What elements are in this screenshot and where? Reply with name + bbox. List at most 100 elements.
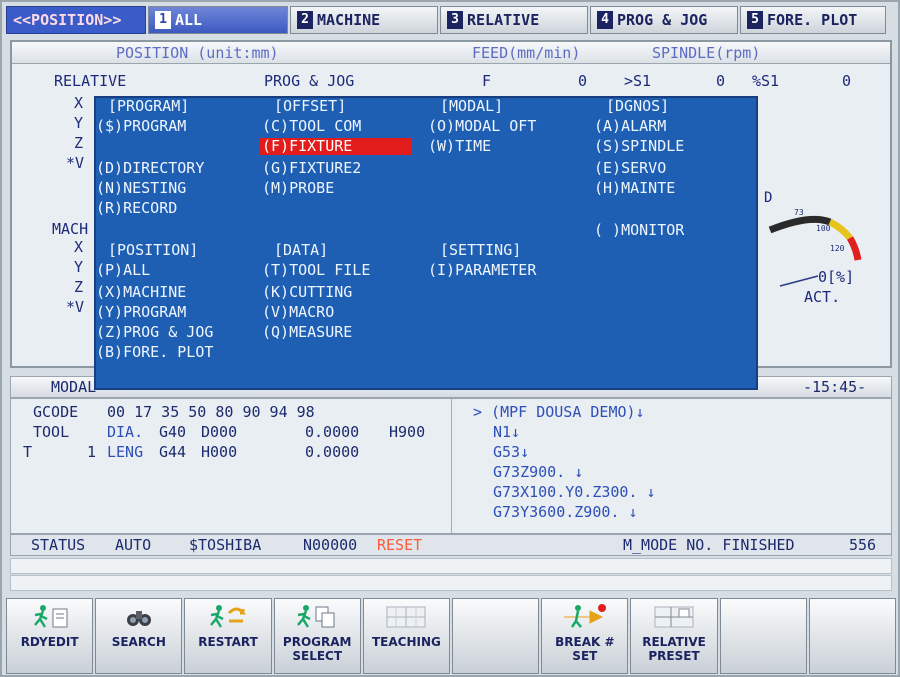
tab-label: MACHINE (317, 11, 381, 29)
menu-item-directory[interactable]: (D)DIRECTORY (96, 160, 204, 177)
tab-prog-jog[interactable]: 4 PROG & JOG (590, 6, 738, 34)
prog-jog-label: PROG & JOG (264, 72, 355, 90)
menu-item-modal-oft[interactable]: (O)MODAL OFT (428, 118, 536, 135)
program-line: G73Y3600.Z900. ↓ (493, 503, 638, 521)
runner-restart-icon (210, 605, 247, 628)
menu-item-parameter[interactable]: (I)PARAMETER (428, 262, 536, 279)
relative-preset-button[interactable]: RELATIVE PRESET (630, 598, 718, 674)
menu-item-spindle[interactable]: (S)SPINDLE (594, 138, 684, 155)
softkey-label: RESTART (198, 635, 258, 649)
search-button[interactable]: SEARCH (95, 598, 183, 674)
menu-item-macro[interactable]: (V)MACRO (262, 304, 334, 321)
position-header: POSITION (unit:mm) FEED(mm/min) SPINDLE(… (12, 42, 890, 64)
program-line: G73X100.Y0.Z300. ↓ (493, 483, 656, 501)
program-select-button[interactable]: PROGRAM SELECT (273, 598, 361, 674)
nc-screen: <<POSITION>> 1 ALL 2 MACHINE 3 RELATIVE 4 PR… (0, 0, 900, 677)
menu-item-tool-file[interactable]: (T)TOOL FILE (262, 262, 370, 279)
axis-x-relative: X (74, 94, 84, 112)
tab-number: 2 (297, 11, 313, 29)
softkey-bar: RDYEDIT SEARCH RESTART PROGRAM SELECT TE… (6, 598, 897, 674)
tab-number: 3 (447, 11, 463, 29)
softkey-empty[interactable] (452, 598, 540, 674)
menu-item-nesting[interactable]: (N)NESTING (96, 180, 186, 197)
tab-fore-plot[interactable]: 5 FORE. PLOT (740, 6, 886, 34)
program-line: G73Z900. ↓ (493, 463, 584, 481)
tab-relative[interactable]: 3 RELATIVE (440, 6, 588, 34)
tab-all[interactable]: 1 ALL (148, 6, 288, 34)
softkey-label: RDYEDIT (20, 635, 79, 649)
menu-item-position-program[interactable]: (Y)PROGRAM (96, 304, 186, 321)
s1-label: >S1 (624, 72, 652, 90)
softkey-empty[interactable] (719, 598, 807, 674)
machine-label: MACH (52, 220, 89, 238)
menu-item-monitor[interactable]: ( )MONITOR (594, 222, 684, 239)
relative-label: RELATIVE (54, 72, 127, 90)
tab-machine[interactable]: 2 MACHINE (290, 6, 438, 34)
tab-number: 1 (155, 11, 171, 29)
menu-item-record[interactable]: (R)RECORD (96, 200, 177, 217)
binoculars-icon (126, 611, 151, 626)
softkey-label: BREAK # SET (555, 635, 615, 663)
t-label: T (23, 443, 33, 461)
gcode-label: GCODE (33, 403, 79, 421)
menu-item-machine[interactable]: (X)MACHINE (96, 284, 186, 301)
menu-group-offset: [OFFSET] (274, 97, 347, 115)
message-line-1 (10, 558, 892, 574)
leng-value: 0.0000 (305, 443, 360, 461)
menu-item-time[interactable]: (W)TIME (428, 138, 491, 155)
position-unit-label: POSITION (unit:mm) (116, 44, 279, 62)
menu-item-fixture-selected[interactable]: (F)FIXTURE (260, 138, 412, 155)
function-menu-popup: [PROGRAM] ($)PROGRAM (D)DIRECTORY (N)NES… (94, 96, 758, 390)
program-line: N1↓ (493, 423, 521, 441)
status-mode: AUTO (115, 536, 152, 554)
menu-item-fixture2[interactable]: (G)FIXTURE2 (262, 160, 361, 177)
axis-z-relative: Z (74, 134, 84, 152)
tab-label: PROG & JOG (617, 11, 708, 29)
t-value: 1 (87, 443, 97, 461)
dia-value: 0.0000 (305, 423, 360, 441)
axis-y-machine: Y (74, 258, 84, 276)
spindle-label: SPINDLE(rpm) (652, 44, 761, 62)
gauge-tick-73: 73 (794, 208, 804, 217)
restart-button[interactable]: RESTART (184, 598, 272, 674)
tab-position[interactable]: <<POSITION>> (6, 6, 146, 34)
dia-label: DIA. (107, 423, 144, 441)
menu-item-mainte[interactable]: (H)MAINTE (594, 180, 675, 197)
s1-value: 0 (716, 72, 726, 90)
menu-item-cutting[interactable]: (K)CUTTING (262, 284, 352, 301)
tab-label: ALL (175, 11, 203, 29)
crosshair-icon (654, 606, 694, 628)
menu-item-servo[interactable]: (E)SERVO (594, 160, 666, 177)
softkey-label: RELATIVE PRESET (642, 635, 706, 663)
menu-group-data: [DATA] (274, 241, 329, 259)
menu-group-dgnos: [DGNOS] (606, 97, 670, 115)
rdyedit-button[interactable]: RDYEDIT (6, 598, 94, 674)
break-icon (563, 604, 606, 628)
feed-value: 0 (578, 72, 588, 90)
gauge-tick-120: 120 (830, 244, 845, 253)
menu-item-program[interactable]: ($)PROGRAM (96, 118, 186, 135)
softkey-label: PROGRAM SELECT (282, 635, 352, 663)
teaching-button[interactable]: TEACHING (362, 598, 451, 674)
menu-item-probe[interactable]: (M)PROBE (262, 180, 334, 197)
softkey-empty[interactable] (808, 598, 897, 674)
d-code: D000 (201, 423, 238, 441)
tab-number: 4 (597, 11, 613, 29)
menu-item-alarm[interactable]: (A)ALARM (594, 118, 666, 135)
program-line: > (MPF DOUSA DEMO)↓ (473, 403, 645, 421)
menu-item-all[interactable]: (P)ALL (96, 262, 150, 279)
softkey-label: TEACHING (371, 635, 441, 649)
pct-s1-value: 0 (842, 72, 852, 90)
tab-label: <<POSITION>> (13, 11, 122, 29)
menu-item-tool-com[interactable]: (C)TOOL COM (262, 118, 361, 135)
clock: -15:45- (803, 378, 867, 396)
gauge-title-partial: D (764, 190, 773, 206)
g44-code: G44 (159, 443, 187, 461)
menu-item-prog-jog[interactable]: (Z)PROG & JOG (96, 324, 213, 341)
status-reset: RESET (377, 536, 423, 554)
break-set-button[interactable]: BREAK # SET (541, 598, 629, 674)
status-bar: STATUS AUTO $TOSHIBA N00000 RESET M_MODE… (10, 534, 892, 556)
menu-item-measure[interactable]: (Q)MEASURE (262, 324, 352, 341)
menu-item-fore-plot[interactable]: (B)FORE. PLOT (96, 344, 213, 361)
act-value: 0[%] (818, 268, 855, 286)
